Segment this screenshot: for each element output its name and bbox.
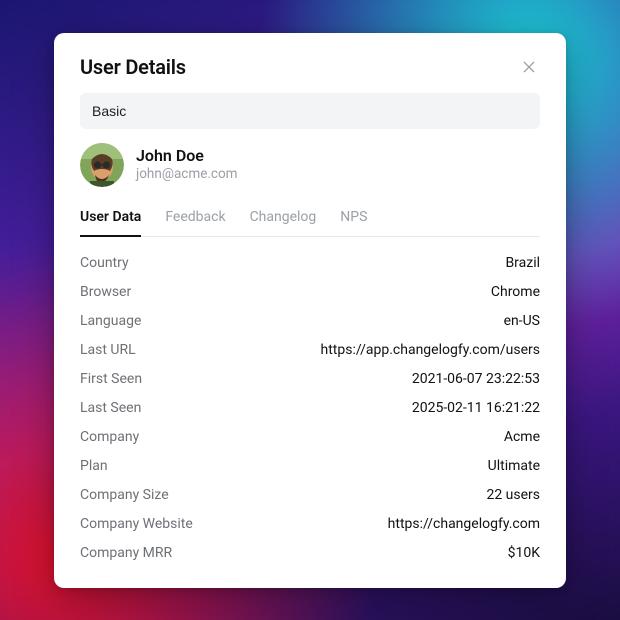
tab-feedback[interactable]: Feedback xyxy=(165,203,225,237)
tab-nps[interactable]: NPS xyxy=(340,203,367,237)
detail-value: 22 users xyxy=(486,487,540,503)
detail-value: $10K xyxy=(508,545,540,561)
detail-key: Company Size xyxy=(80,487,169,503)
detail-value: 2025-02-11 16:21:22 xyxy=(412,400,540,416)
user-details-modal: User Details xyxy=(54,33,566,588)
modal-header: User Details xyxy=(80,55,540,79)
detail-row: Country Brazil xyxy=(80,249,540,278)
detail-value: Ultimate xyxy=(488,458,540,474)
detail-row: Last URL https://app.changelogfy.com/user… xyxy=(80,336,540,365)
avatar xyxy=(80,143,124,187)
detail-row: Company Size 22 users xyxy=(80,481,540,510)
details-list: Country Brazil Browser Chrome Language en-U… xyxy=(80,249,540,568)
detail-row: First Seen 2021-06-07 23:22:53 xyxy=(80,365,540,394)
detail-key: Plan xyxy=(80,458,108,474)
detail-value: https://changelogfy.com xyxy=(388,516,540,532)
detail-value: Chrome xyxy=(491,284,540,300)
detail-row: Company Website https://changelogfy.com xyxy=(80,510,540,539)
modal-title: User Details xyxy=(80,55,186,79)
detail-row: Company MRR $10K xyxy=(80,539,540,568)
detail-value: Brazil xyxy=(505,255,540,271)
search-field-wrapper[interactable] xyxy=(80,93,540,129)
detail-key: Last URL xyxy=(80,342,136,358)
detail-value: 2021-06-07 23:22:53 xyxy=(412,371,540,387)
detail-value: en-US xyxy=(504,313,540,329)
search-input[interactable] xyxy=(92,103,528,119)
tab-changelog[interactable]: Changelog xyxy=(250,203,317,237)
detail-row: Plan Ultimate xyxy=(80,452,540,481)
user-name: John Doe xyxy=(136,146,238,166)
user-info: John Doe john@acme.com xyxy=(136,146,238,184)
detail-key: Browser xyxy=(80,284,131,300)
detail-row: Last Seen 2025-02-11 16:21:22 xyxy=(80,394,540,423)
detail-key: Country xyxy=(80,255,129,271)
detail-row: Language en-US xyxy=(80,307,540,336)
detail-key: Company MRR xyxy=(80,545,172,561)
tabs: User Data Feedback Changelog NPS xyxy=(80,203,540,237)
detail-key: Language xyxy=(80,313,141,329)
user-summary: John Doe john@acme.com xyxy=(80,143,540,187)
detail-key: First Seen xyxy=(80,371,142,387)
detail-row: Company Acme xyxy=(80,423,540,452)
detail-key: Company Website xyxy=(80,516,193,532)
detail-key: Last Seen xyxy=(80,400,141,416)
detail-row: Browser Chrome xyxy=(80,278,540,307)
detail-key: Company xyxy=(80,429,139,445)
detail-value: https://app.changelogfy.com/users xyxy=(321,342,540,358)
detail-value: Acme xyxy=(504,429,540,445)
tab-user-data[interactable]: User Data xyxy=(80,203,141,237)
close-icon xyxy=(521,59,537,75)
close-button[interactable] xyxy=(518,56,540,78)
user-email: john@acme.com xyxy=(136,166,238,184)
